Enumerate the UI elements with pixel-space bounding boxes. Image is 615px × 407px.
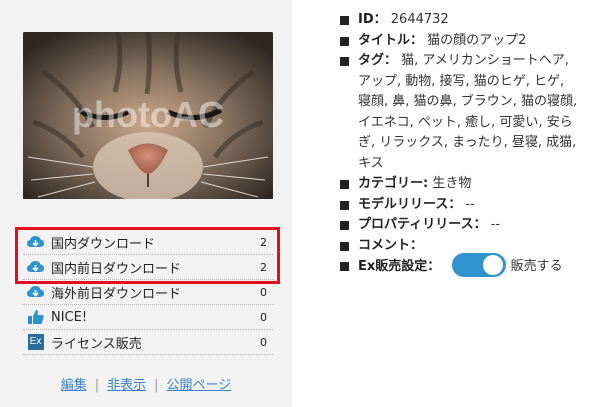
ex-icon-text: Ex — [27, 334, 44, 350]
bullet — [340, 200, 349, 210]
stat-count: 0 — [260, 285, 267, 299]
stat-count: 0 — [260, 310, 267, 324]
info-key: タグ： — [358, 53, 398, 68]
stat-row-nice: NICE! 0 — [23, 305, 273, 330]
ex-sales-toggle[interactable] — [452, 253, 507, 277]
info-title: タイトル： 猫の顔のアップ2 — [340, 31, 580, 52]
bullet — [340, 241, 349, 251]
stat-count: 0 — [260, 335, 267, 349]
thumbs-up-icon — [27, 309, 44, 326]
info-key: ID： — [358, 12, 387, 27]
stat-row-license-sales: Ex ライセンス販売 0 — [23, 330, 273, 355]
stat-label: NICE! — [51, 309, 88, 325]
info-key: カテゴリー: — [358, 176, 429, 191]
highlight-box — [15, 227, 280, 284]
toggle-label: 販売する — [510, 259, 563, 274]
stat-label: 海外前日ダウンロード — [51, 286, 182, 302]
image-card: photoAC 国内ダウンロード 2 国内前日ダウンロード 2 海外前日ダウンロ… — [0, 0, 292, 407]
info-value: 猫の顔のアップ2 — [427, 32, 527, 48]
watermark-text: photoAC — [72, 94, 224, 135]
bullet — [340, 36, 349, 46]
bullet — [340, 262, 349, 271]
info-key: タイトル： — [358, 32, 424, 48]
separator: | — [154, 378, 159, 393]
info-id: ID： 2644732 — [340, 10, 580, 31]
cloud-download-icon — [27, 284, 44, 301]
toggle-knob[interactable] — [483, 255, 504, 275]
info-ex-sales-setting: Ex販売設定： 販売する — [340, 253, 580, 278]
public-page-link[interactable]: 公開ページ — [167, 378, 232, 393]
bullet — [340, 180, 349, 189]
info-category: カテゴリー: 生き物 — [340, 174, 580, 195]
info-property-release: プロパティリリース： -- — [340, 215, 580, 236]
info-key: モデルリリース： — [358, 196, 462, 212]
info-model-release: モデルリリース： -- — [340, 195, 580, 216]
bullet — [340, 57, 349, 66]
info-key: プロパティリリース： — [358, 217, 487, 232]
cat-face-image: photoAC — [23, 32, 273, 199]
stat-label: ライセンス販売 — [51, 336, 142, 352]
info-value: 猫, アメリカンショートヘア, アップ, 動物, 接写, 猫のヒゲ, ヒゲ, 寝… — [358, 53, 578, 171]
edit-link[interactable]: 編集 — [61, 378, 87, 393]
info-key: コメント： — [358, 237, 424, 253]
info-value: 生き物 — [432, 176, 472, 191]
info-value: -- — [465, 196, 475, 212]
info-key: Ex販売設定： — [358, 259, 441, 274]
separator: | — [94, 378, 100, 393]
ex-icon: Ex — [27, 334, 44, 351]
bullet — [340, 221, 349, 230]
image-info-panel: ID： 2644732 タイトル： 猫の顔のアップ2 タグ： 猫, アメリカンシ… — [340, 10, 580, 278]
info-value: -- — [490, 217, 501, 232]
footer-links: 編集 | 非表示 | 公開ページ — [0, 374, 292, 393]
info-value: 2644732 — [390, 12, 449, 27]
cat-photo: photoAC — [23, 32, 273, 199]
bullet — [340, 16, 349, 25]
hide-link[interactable]: 非表示 — [107, 378, 146, 393]
info-tags: タグ： 猫, アメリカンショートヘア, アップ, 動物, 接写, 猫のヒゲ, ヒ… — [340, 51, 580, 174]
